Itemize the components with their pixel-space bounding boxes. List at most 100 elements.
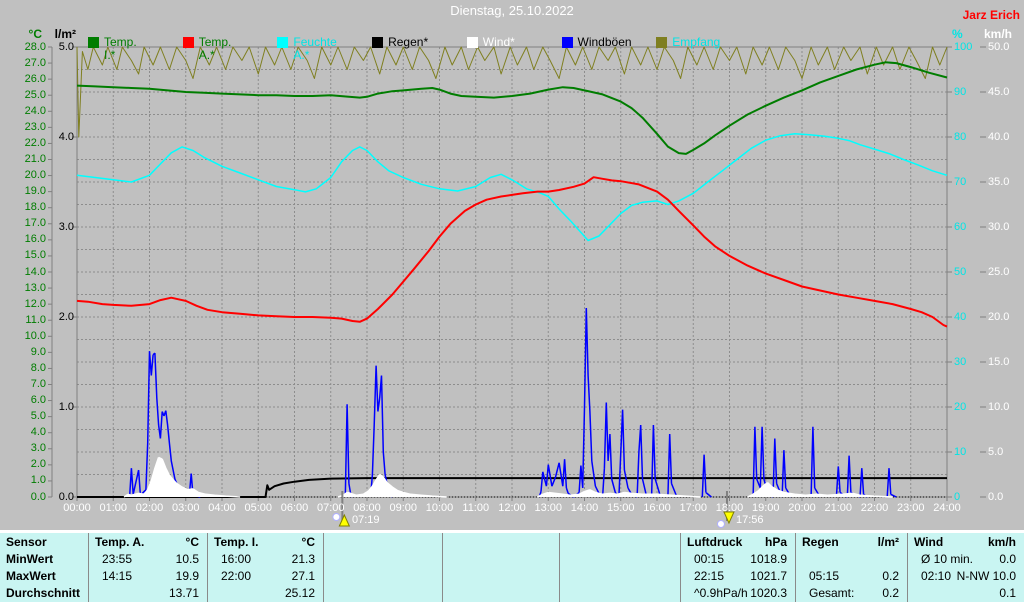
x-tick-label: 00:00 [63, 502, 91, 514]
legend-swatch [372, 37, 384, 48]
x-tick-label: 11:00 [462, 502, 490, 514]
table-divider [907, 533, 908, 602]
legend-swatch [182, 37, 194, 48]
wind-tick-label: 20.0 [988, 310, 1010, 323]
temp-tick-label: 25.0 [24, 88, 46, 101]
temp-tick-label: 7.0 [30, 378, 46, 390]
table-cell-value: 1018.9 [750, 552, 787, 566]
table-divider [323, 533, 324, 602]
legend-label: Feuchte A.* [293, 35, 337, 62]
table-cell-value: 25.12 [284, 586, 315, 600]
temp-tick-label: 24.0 [24, 104, 46, 117]
table-row-label: MaxWert [6, 569, 56, 583]
temp-tick-label: 23.0 [24, 120, 46, 133]
sunrise-marker-arrow-icon [338, 513, 351, 527]
table-cell-value: 21.3 [291, 552, 315, 566]
x-tick-label: 22:00 [860, 502, 889, 514]
temp-tick-label: 28.0 [24, 40, 46, 53]
hum-tick-label: 70 [954, 175, 967, 188]
table-divider [207, 533, 208, 602]
hum-tick-label: 90 [954, 85, 967, 98]
rain-tick-label: 3.0 [58, 220, 74, 233]
temp-tick-label: 14.0 [24, 265, 46, 278]
hum-tick-label: 40 [954, 310, 967, 323]
wind-tick-label: 45.0 [988, 85, 1010, 98]
table-cell-value: 0.1 [999, 586, 1016, 600]
table-section-unit: l/m² [877, 535, 899, 549]
temp-tick-label: 5.0 [30, 410, 46, 423]
wind-tick-label: 10.0 [988, 400, 1010, 413]
temp-tick-label: 0.0 [30, 490, 46, 503]
temp-axis-unit: °C [28, 27, 42, 41]
hum-tick-label: 50 [954, 265, 967, 278]
hum-tick-label: 20 [954, 400, 967, 413]
wind-tick-label: 40.0 [988, 130, 1010, 143]
temp-tick-label: 10.0 [24, 329, 46, 342]
hum-tick-label: 80 [954, 130, 967, 143]
temp-tick-label: 11.0 [25, 313, 46, 326]
table-divider [680, 533, 681, 602]
table-section-unit: °C [301, 535, 315, 549]
temp-tick-label: 3.0 [30, 442, 46, 455]
table-cell-value: 1021.7 [750, 569, 787, 583]
x-tick-label: 20:00 [788, 502, 816, 514]
hum-tick-label: 30 [954, 355, 967, 368]
temp-tick-label: 20.0 [24, 169, 46, 182]
table-cell-value: 10.5 [175, 552, 199, 566]
x-tick-label: 10:00 [425, 502, 454, 514]
sunrise-time-label: 07:19 [352, 514, 380, 526]
sunset-marker-sun-icon [716, 520, 725, 528]
wind-tick-label: 35.0 [988, 175, 1010, 188]
temp-tick-label: 21.0 [24, 153, 46, 165]
wind-tick-label: 25.0 [988, 265, 1010, 278]
humidity-axis-unit: % [952, 27, 963, 41]
x-tick-label: 12:00 [498, 502, 526, 514]
temp-tick-label: 12.0 [24, 297, 46, 310]
sunset-time-label: 17:56 [736, 514, 764, 526]
legend-label: Empfang [672, 35, 721, 49]
rain-tick-label: 0.0 [58, 490, 74, 503]
hum-tick-label: 0 [954, 490, 961, 503]
x-tick-label: 13:00 [534, 502, 563, 514]
wind-tick-label: 30.0 [988, 220, 1010, 233]
wind-tick-label: 50.0 [988, 40, 1010, 53]
temp-tick-label: 26.0 [24, 72, 46, 85]
sunrise-marker-sun-icon [332, 513, 341, 521]
table-cell-value: 1020.3 [750, 586, 787, 600]
legend-label: Temp. I.* [104, 35, 137, 62]
series-windb-en [128, 307, 897, 498]
table-cell-value: 0.2 [882, 586, 899, 600]
temp-tick-label: 16.0 [24, 233, 46, 246]
legend-swatch [88, 37, 99, 48]
x-tick-label: 08:00 [353, 502, 381, 514]
x-tick-label: 17:00 [679, 502, 708, 514]
temp-tick-label: 6.0 [30, 394, 46, 407]
legend-swatch [561, 37, 573, 48]
x-tick-label: 15:00 [606, 502, 635, 514]
table-cell-value: 0.0 [999, 552, 1016, 566]
x-tick-label: 07:00 [316, 502, 345, 514]
rain-tick-label: 5.0 [58, 40, 74, 53]
x-tick-label: 19:00 [751, 502, 780, 514]
table-row-label: Durchschnitt [6, 586, 81, 600]
station-name: Jarz Erich [962, 8, 1020, 22]
legend-swatch [466, 37, 478, 48]
x-tick-label: 04:00 [208, 502, 236, 514]
table-section-unit: km/h [987, 535, 1016, 549]
table-row-label: MinWert [6, 552, 54, 566]
weather-chart-window: Dienstag, 25.10.2022 Jarz Erich °C l/m² … [0, 0, 1024, 602]
table-section-unit: hPa [764, 535, 787, 549]
wind-tick-label: 0.0 [988, 490, 1004, 503]
legend-label: Windböen [577, 35, 632, 49]
wind-tick-label: 15.0 [988, 355, 1010, 368]
x-tick-label: 06:00 [280, 502, 309, 514]
x-tick-label: 16:00 [643, 502, 671, 514]
legend-label: Wind* [482, 35, 515, 49]
temp-tick-label: 8.0 [30, 361, 46, 374]
temp-tick-label: 4.0 [30, 426, 46, 439]
table-cell-value: 0.2 [882, 569, 899, 583]
table-divider [442, 533, 443, 602]
table-divider [559, 533, 560, 602]
temp-tick-label: 17.0 [24, 217, 46, 230]
x-tick-label: 23:00 [896, 502, 925, 514]
